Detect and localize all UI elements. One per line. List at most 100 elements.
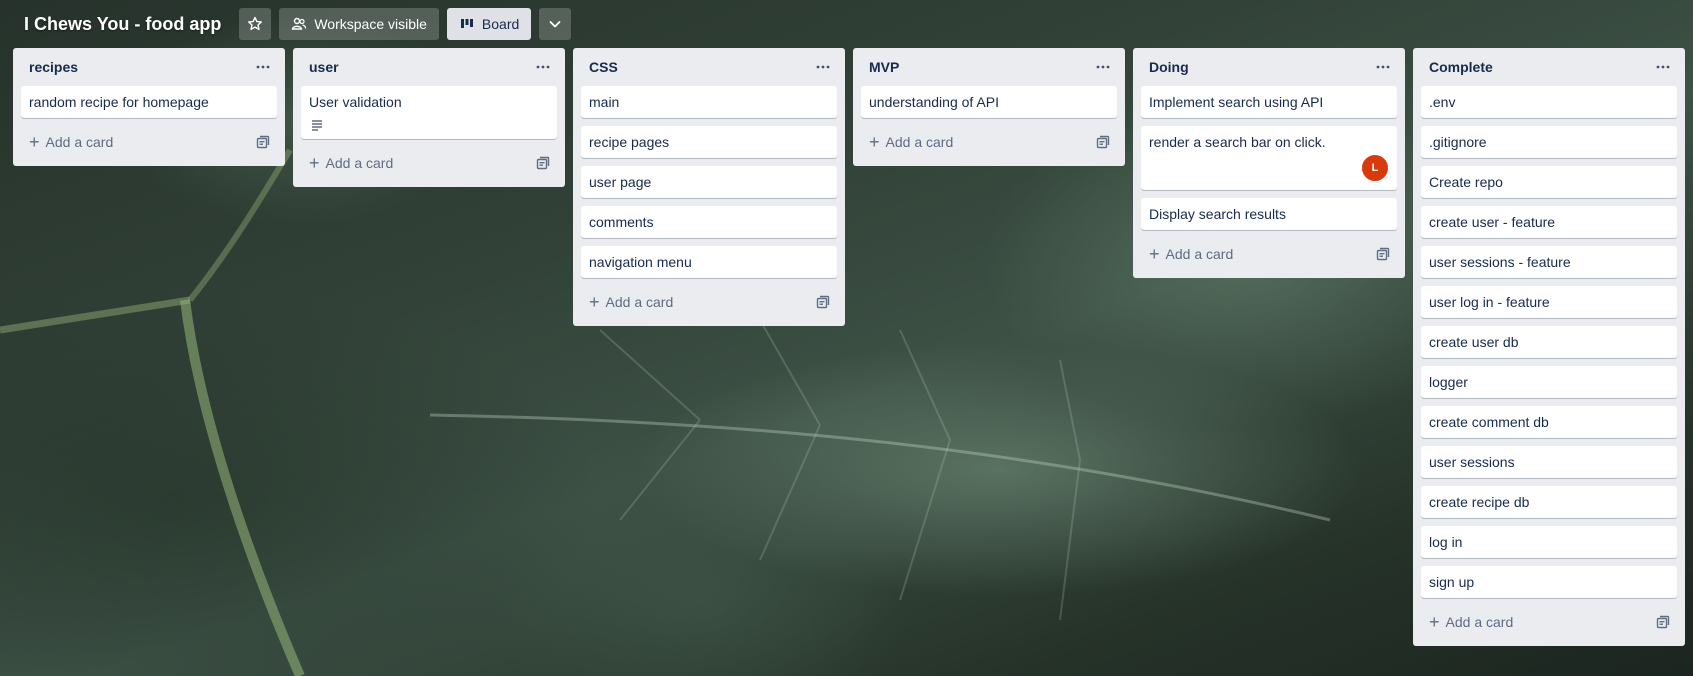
card[interactable]: .env — [1421, 86, 1677, 118]
card[interactable]: User validation — [301, 86, 557, 139]
card-title: sign up — [1429, 574, 1475, 590]
create-from-template-button[interactable] — [249, 128, 277, 156]
card-title: Implement search using API — [1149, 94, 1324, 110]
card[interactable]: Implement search using API — [1141, 86, 1397, 118]
card[interactable]: user sessions - feature — [1421, 246, 1677, 278]
card[interactable]: user page — [581, 166, 837, 198]
card-title: user sessions - feature — [1429, 254, 1571, 270]
list-recipes[interactable]: recipes random recipe for homepage + Add a … — [13, 48, 285, 166]
list-footer: + Add a card — [21, 126, 277, 158]
create-from-template-button[interactable] — [809, 288, 837, 316]
visibility-label: Workspace visible — [314, 16, 427, 32]
list-menu-button[interactable] — [1089, 53, 1117, 81]
list-doing[interactable]: Doing Implement search using API render a … — [1133, 48, 1405, 278]
add-card-button[interactable]: + Add a card — [1141, 240, 1233, 268]
create-from-template-button[interactable] — [1089, 128, 1117, 156]
list-footer: + Add a card — [1421, 606, 1677, 638]
more-horizontal-icon — [256, 65, 270, 69]
people-icon — [292, 17, 307, 30]
template-icon — [1656, 615, 1670, 629]
list-title[interactable]: recipes — [29, 59, 78, 75]
template-icon — [536, 156, 550, 170]
card[interactable]: recipe pages — [581, 126, 837, 158]
list-user[interactable]: user User validation + Add a card — [293, 48, 565, 187]
template-icon — [1376, 247, 1390, 261]
template-icon — [256, 135, 270, 149]
list-header: CSS — [581, 48, 837, 86]
board-view-button[interactable]: Board — [446, 8, 532, 40]
add-card-label: Add a card — [325, 155, 394, 171]
more-horizontal-icon — [1656, 65, 1670, 69]
create-from-template-button[interactable] — [1369, 240, 1397, 268]
add-card-label: Add a card — [605, 294, 674, 310]
card[interactable]: create recipe db — [1421, 486, 1677, 518]
card-title: create recipe db — [1429, 494, 1530, 510]
card[interactable]: create comment db — [1421, 406, 1677, 438]
list-menu-button[interactable] — [1369, 53, 1397, 81]
card-title: create comment db — [1429, 414, 1549, 430]
visibility-button[interactable]: Workspace visible — [279, 8, 439, 40]
add-card-label: Add a card — [1165, 246, 1234, 262]
card[interactable]: Create repo — [1421, 166, 1677, 198]
view-switcher-button[interactable] — [539, 8, 572, 40]
list-title[interactable]: CSS — [589, 59, 618, 75]
card-title: render a search bar on click. — [1149, 134, 1326, 150]
card[interactable]: create user db — [1421, 326, 1677, 358]
star-button[interactable] — [239, 8, 272, 40]
list-css[interactable]: CSS main recipe pages user page comments navi… — [573, 48, 845, 326]
add-card-button[interactable]: + Add a card — [21, 128, 113, 156]
card[interactable]: logger — [1421, 366, 1677, 398]
list-menu-button[interactable] — [1649, 53, 1677, 81]
create-from-template-button[interactable] — [1649, 608, 1677, 636]
list-header: Complete — [1421, 48, 1677, 86]
list-complete[interactable]: Complete .env .gitignore Create repo create … — [1413, 48, 1685, 646]
list-menu-button[interactable] — [809, 53, 837, 81]
board-title[interactable]: I Chews You - food app — [24, 14, 221, 35]
list-footer: + Add a card — [861, 126, 1117, 158]
card[interactable]: sign up — [1421, 566, 1677, 598]
list-mvp[interactable]: MVP understanding of API + Add a card — [853, 48, 1125, 166]
card-title: user log in - feature — [1429, 294, 1550, 310]
plus-icon: + — [309, 153, 320, 173]
card[interactable]: log in — [1421, 526, 1677, 558]
more-horizontal-icon — [1096, 65, 1110, 69]
card[interactable]: navigation menu — [581, 246, 837, 278]
description-icon — [309, 117, 549, 133]
list-title[interactable]: Complete — [1429, 59, 1493, 75]
card[interactable]: user sessions — [1421, 446, 1677, 478]
list-menu-button[interactable] — [529, 53, 557, 81]
card-title: Create repo — [1429, 174, 1503, 190]
card[interactable]: user log in - feature — [1421, 286, 1677, 318]
board-view-label: Board — [481, 16, 520, 32]
card-title: logger — [1429, 374, 1468, 390]
add-card-button[interactable]: + Add a card — [1421, 608, 1513, 636]
card[interactable]: create user - feature — [1421, 206, 1677, 238]
list-title[interactable]: Doing — [1149, 59, 1189, 75]
list-title[interactable]: user — [309, 59, 339, 75]
card[interactable]: random recipe for homepage — [21, 86, 277, 118]
card[interactable]: render a search bar on click. L — [1141, 126, 1397, 190]
card-title: log in — [1429, 534, 1463, 550]
card-title: recipe pages — [589, 134, 670, 150]
list-header: user — [301, 48, 557, 86]
add-card-button[interactable]: + Add a card — [581, 288, 673, 316]
chevron-down-icon — [549, 21, 561, 28]
more-horizontal-icon — [536, 65, 550, 69]
card[interactable]: .gitignore — [1421, 126, 1677, 158]
create-from-template-button[interactable] — [529, 149, 557, 177]
avatar[interactable]: L — [1361, 154, 1389, 182]
plus-icon: + — [1149, 244, 1160, 264]
card-title: create user - feature — [1429, 214, 1556, 230]
add-card-button[interactable]: + Add a card — [861, 128, 953, 156]
more-horizontal-icon — [1376, 65, 1390, 69]
card-title: Display search results — [1149, 206, 1286, 222]
list-menu-button[interactable] — [249, 53, 277, 81]
list-title[interactable]: MVP — [869, 59, 899, 75]
card[interactable]: comments — [581, 206, 837, 238]
card-title: .env — [1429, 94, 1456, 110]
card[interactable]: Display search results — [1141, 198, 1397, 230]
card[interactable]: understanding of API — [861, 86, 1117, 118]
card[interactable]: main — [581, 86, 837, 118]
star-icon — [248, 16, 263, 31]
add-card-button[interactable]: + Add a card — [301, 149, 393, 177]
